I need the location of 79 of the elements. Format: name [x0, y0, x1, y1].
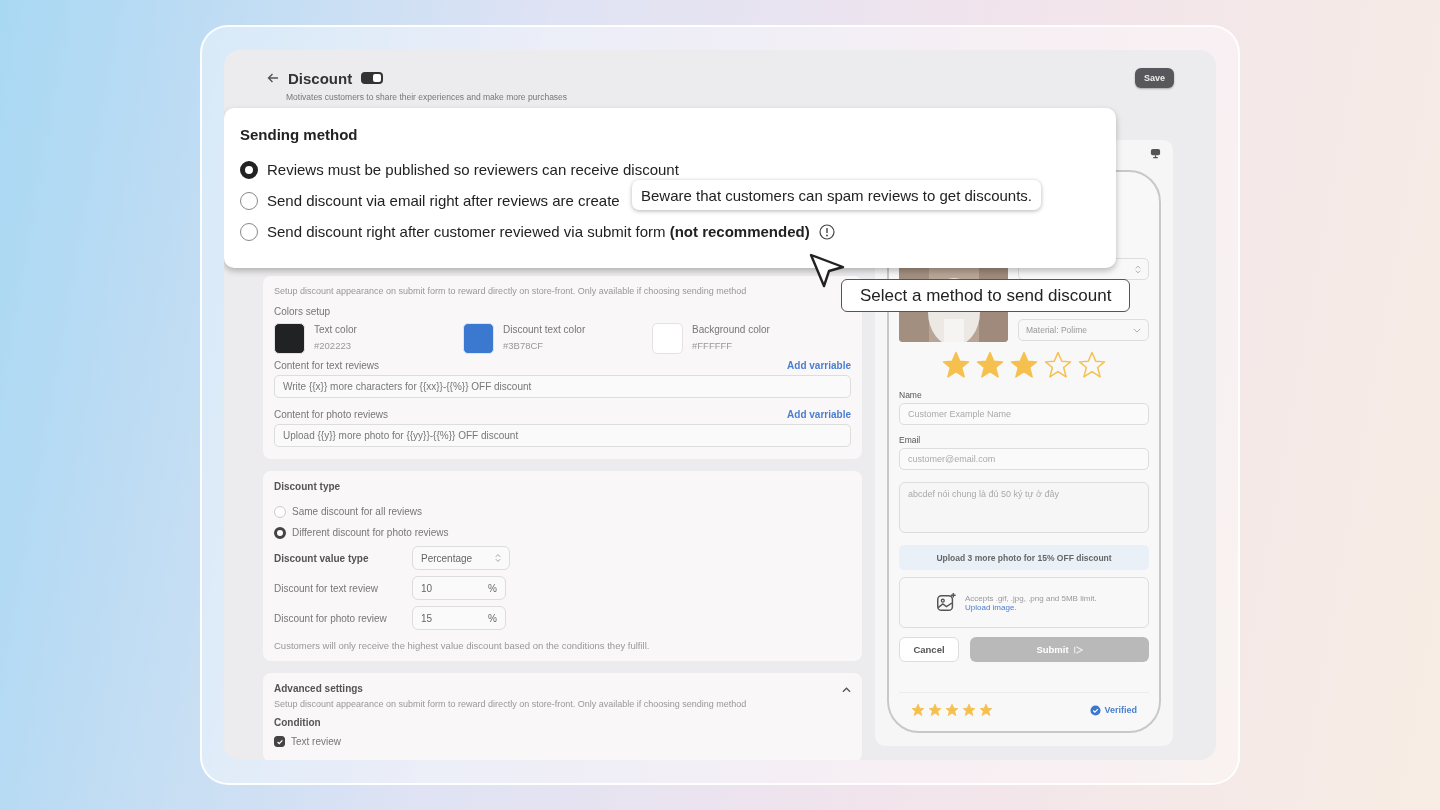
number-field[interactable]: 10 % [412, 576, 506, 600]
radio-label: Different discount for photo reviews [292, 527, 449, 538]
color-swatch[interactable] [652, 323, 683, 354]
radio-label: Same discount for all reviews [292, 506, 423, 517]
number-field[interactable]: 15 % [412, 606, 506, 630]
radio-label: Send discount right after customer reviewed via submit form (not recommended) [267, 223, 810, 240]
color-value: #202223 [314, 340, 352, 351]
field-label: Content for text reviews [274, 360, 380, 371]
color-swatch[interactable] [463, 323, 494, 354]
cancel-button[interactable]: Cancel [899, 637, 959, 662]
upload-area[interactable]: Accepts .gif, .jpg, .png and 5MB limit. Upload image. [899, 577, 1149, 628]
back-arrow-icon[interactable] [267, 72, 279, 84]
section-label: Colors setup [274, 306, 332, 317]
input-field[interactable]: customer@email.com [899, 448, 1149, 470]
toggle-switch[interactable] [361, 72, 384, 84]
color-value: #FFFFFF [692, 340, 734, 351]
star-icon[interactable] [941, 350, 971, 380]
color-swatch[interactable] [274, 323, 305, 354]
field-label: Name [899, 390, 923, 400]
checkbox-label: Text review [291, 736, 341, 747]
star-icon[interactable] [1077, 350, 1107, 380]
verified-label: Verified [1104, 705, 1137, 715]
input-field[interactable]: Customer Example Name [899, 403, 1149, 425]
tooltip: Beware that customers can spam reviews to get discounts. [632, 180, 1041, 210]
radio-label: Send discount via email right after reviews are create [267, 192, 620, 209]
radio-button[interactable] [274, 526, 286, 539]
star-icon[interactable] [1043, 350, 1073, 380]
page-title: Discount [288, 69, 353, 87]
message-field[interactable]: abcdef nói chung là đủ 50 ký tự ở đây [899, 482, 1149, 533]
popover-title: Sending method [240, 126, 359, 143]
section-title: Discount type [274, 481, 342, 492]
section-description: Setup discount appearance on submit form to reward directly on store-front. Only available if choosing sending method [274, 286, 748, 296]
select-field[interactable]: Percentage [412, 546, 510, 570]
field-label: Content for photo reviews [274, 409, 388, 420]
radio-label: Reviews must be published so reviewers can receive discount [267, 161, 679, 178]
star-icon [945, 703, 959, 717]
add-variable-link[interactable]: Add varriable [787, 409, 851, 420]
chevron-icon[interactable] [842, 687, 851, 693]
color-label: Text color [314, 324, 357, 335]
chevron-icon [1135, 264, 1141, 274]
field-label: Email [899, 435, 922, 445]
field-label: Discount for photo review [274, 612, 388, 624]
section-title: Advanced settings [274, 683, 363, 694]
radio-button[interactable] [240, 191, 258, 210]
field-label: Discount for text review [274, 582, 379, 594]
chevron-icon [1133, 327, 1141, 333]
select-field[interactable]: Material: Polime [1018, 319, 1149, 341]
chevron-icon [495, 553, 501, 563]
input-field[interactable]: Upload {{y}} more photo for {{yy}}-{{%}} OFF discount [274, 424, 851, 447]
field-label: Discount value type [274, 552, 370, 564]
radio-button[interactable] [240, 160, 258, 179]
star-icon [979, 703, 993, 717]
save-button[interactable]: Save [1134, 68, 1174, 88]
upload-image-link[interactable]: Upload image. [965, 602, 1097, 612]
info-icon[interactable] [818, 223, 835, 240]
add-variable-link[interactable]: Add varriable [787, 360, 851, 371]
image-upload-icon [935, 591, 957, 614]
discount-message: Upload 3 more photo for 15% OFF discount [936, 552, 1112, 563]
page-subtitle: Motivates customers to share their experiences and make more purchases [286, 92, 569, 102]
callout-label: Select a method to send discount [841, 279, 1131, 312]
desktop-icon[interactable] [1150, 148, 1161, 159]
section-label: Condition [274, 717, 322, 728]
help-text: Customers will only receive the highest value discount based on the conditions they fulfill. [274, 640, 651, 651]
section-description: Setup discount appearance on submit form to reward directly on store-front. Only available if choosing sending method [274, 699, 748, 709]
check-icon [275, 737, 284, 746]
star-icon[interactable] [1009, 350, 1039, 380]
star-icon [962, 703, 976, 717]
radio-button[interactable] [240, 222, 258, 241]
color-value: #3B78CF [503, 340, 545, 351]
checkbox[interactable] [274, 736, 285, 747]
star-icon[interactable] [975, 350, 1005, 380]
send-icon [1072, 644, 1083, 655]
color-label: Background color [692, 324, 770, 335]
upload-hint: Accepts .gif, .jpg, .png and 5MB limit. [965, 593, 1097, 603]
input-field[interactable]: Write {{x}} more characters for {{xx}}-{{%}} OFF discount [274, 375, 851, 398]
star-icon [911, 703, 925, 717]
verified-check-icon [1090, 704, 1102, 716]
star-icon [928, 703, 942, 717]
color-label: Discount text color [503, 324, 586, 335]
